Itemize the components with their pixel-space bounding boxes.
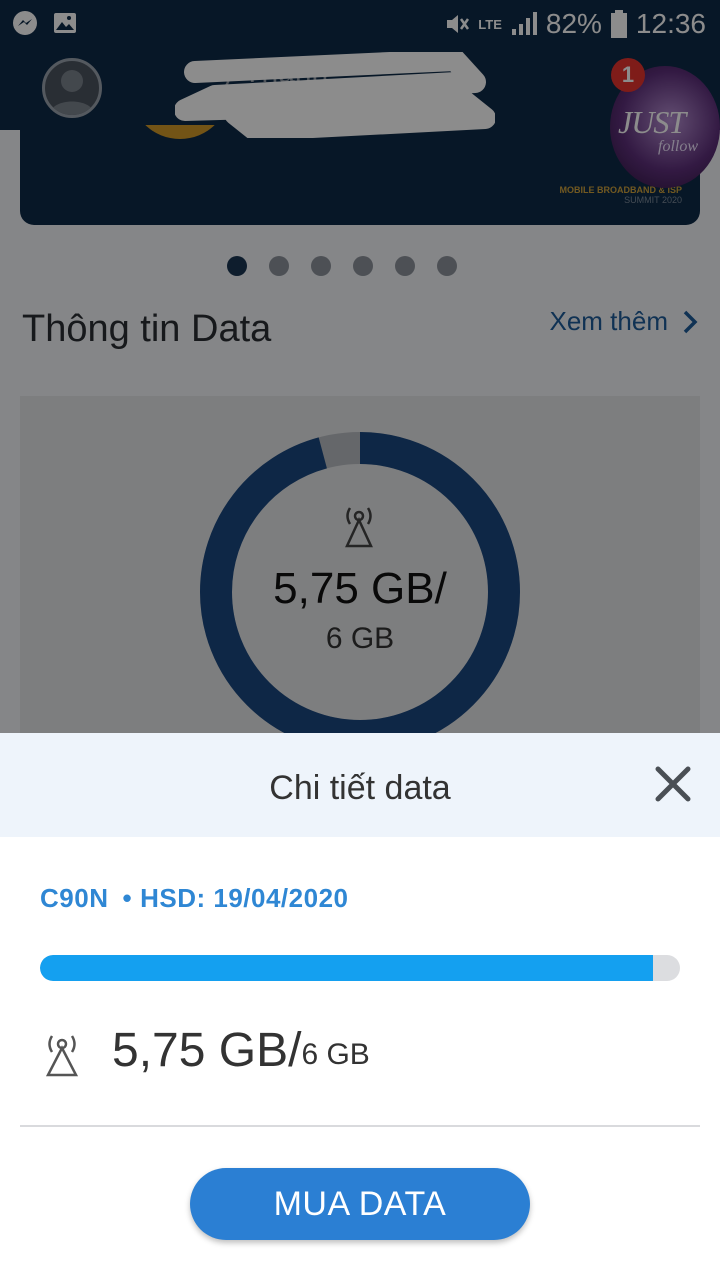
buy-data-button[interactable]: MUA DATA [190, 1168, 530, 1240]
section-title: Thông tin Data [22, 308, 272, 350]
signal-icon [511, 12, 537, 35]
status-bar: LTE 82% 12:36 [0, 0, 720, 48]
promo-banner[interactable]: MOBILE BROADBAND & ISP SUMMIT 2020 [20, 125, 700, 225]
chat-head-text: JUST [618, 104, 686, 140]
network-type: LTE [478, 16, 502, 32]
pager-dot[interactable] [437, 256, 457, 276]
sheet-title: Chi tiết data [269, 769, 451, 807]
pager-dot[interactable] [353, 256, 373, 276]
usage-summary: 5,75 GB/ 6 GB [40, 1023, 370, 1078]
data-progress-bar [40, 955, 680, 981]
battery-icon [610, 10, 627, 38]
clock: 12:36 [635, 8, 706, 39]
pager-dot[interactable] [311, 256, 331, 276]
see-more-label: Xem thêm [549, 306, 669, 336]
user-icon [50, 70, 94, 115]
redaction-scribble [175, 52, 495, 138]
pager-dot[interactable] [395, 256, 415, 276]
pager-dot[interactable] [227, 256, 247, 276]
notification-badge: 1 [611, 58, 645, 92]
chat-head-subtext: follow [658, 138, 699, 155]
package-expiry: HSD: 19/04/2020 [140, 883, 349, 913]
package-separator: • [122, 883, 133, 913]
package-info: C90N • HSD: 19/04/2020 [40, 883, 349, 914]
chevron-right-icon [683, 310, 698, 333]
banner-pager [227, 256, 457, 276]
ring-used-value: 5,75 GB/ [273, 564, 447, 613]
data-progress-fill [40, 955, 654, 981]
pager-dot[interactable] [269, 256, 289, 276]
package-code: C90N [40, 883, 109, 913]
antenna-icon [345, 507, 373, 548]
banner-caption: MOBILE BROADBAND & ISP SUMMIT 2020 [559, 185, 682, 205]
data-detail-sheet: Chi tiết data C90N • HSD: 19/04/2020 5,75 … [0, 733, 720, 1280]
ring-total-value: 6 GB [325, 622, 395, 655]
mute-icon [447, 15, 470, 33]
data-usage-card[interactable]: 5,75 GB/ 6 GB [20, 396, 700, 752]
battery-percent: 82% [545, 8, 602, 39]
divider [20, 1125, 700, 1127]
avatar[interactable] [42, 58, 102, 118]
used-value: 5,75 GB/ [112, 1024, 302, 1077]
gallery-icon [54, 13, 76, 33]
total-value: 6 GB [301, 1038, 370, 1071]
messenger-icon [13, 11, 37, 35]
sheet-header: Chi tiết data [0, 733, 720, 837]
see-more-link[interactable]: Xem thêm [550, 306, 699, 337]
antenna-icon [45, 1035, 79, 1077]
close-icon[interactable] [652, 763, 694, 805]
